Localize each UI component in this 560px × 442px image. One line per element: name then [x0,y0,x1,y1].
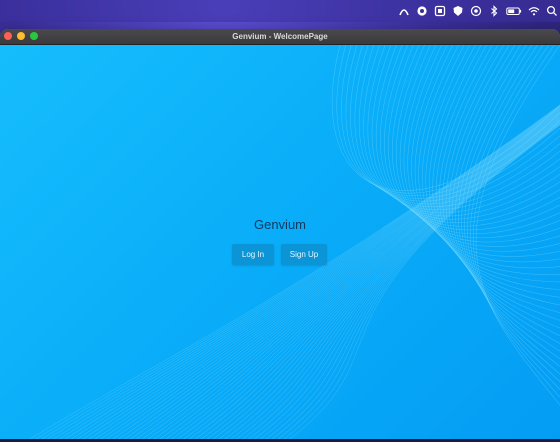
search-icon[interactable] [546,5,558,17]
app-icon[interactable] [398,5,410,17]
menubar-status-icons [398,0,560,22]
wave-lines-background [29,45,560,439]
record-icon[interactable] [470,5,482,17]
shield-icon[interactable] [452,5,464,17]
app-name-heading: Genvium [253,217,307,232]
app-window: Genvium - WelcomePage Genvium Log In Sig… [0,29,560,439]
bluetooth-icon[interactable] [488,5,500,17]
window-title: Genvium - WelcomePage [232,32,328,41]
wifi-icon[interactable] [528,5,540,17]
macos-menubar [0,0,560,22]
window-titlebar[interactable]: Genvium - WelcomePage [0,29,560,45]
battery-icon[interactable] [506,5,522,17]
login-button[interactable]: Log In [232,244,274,265]
signup-button[interactable]: Sign Up [281,244,327,265]
bag-icon[interactable] [434,5,446,17]
welcome-page: Genvium Log In Sign Up [0,45,560,439]
chat-icon[interactable] [416,5,428,17]
